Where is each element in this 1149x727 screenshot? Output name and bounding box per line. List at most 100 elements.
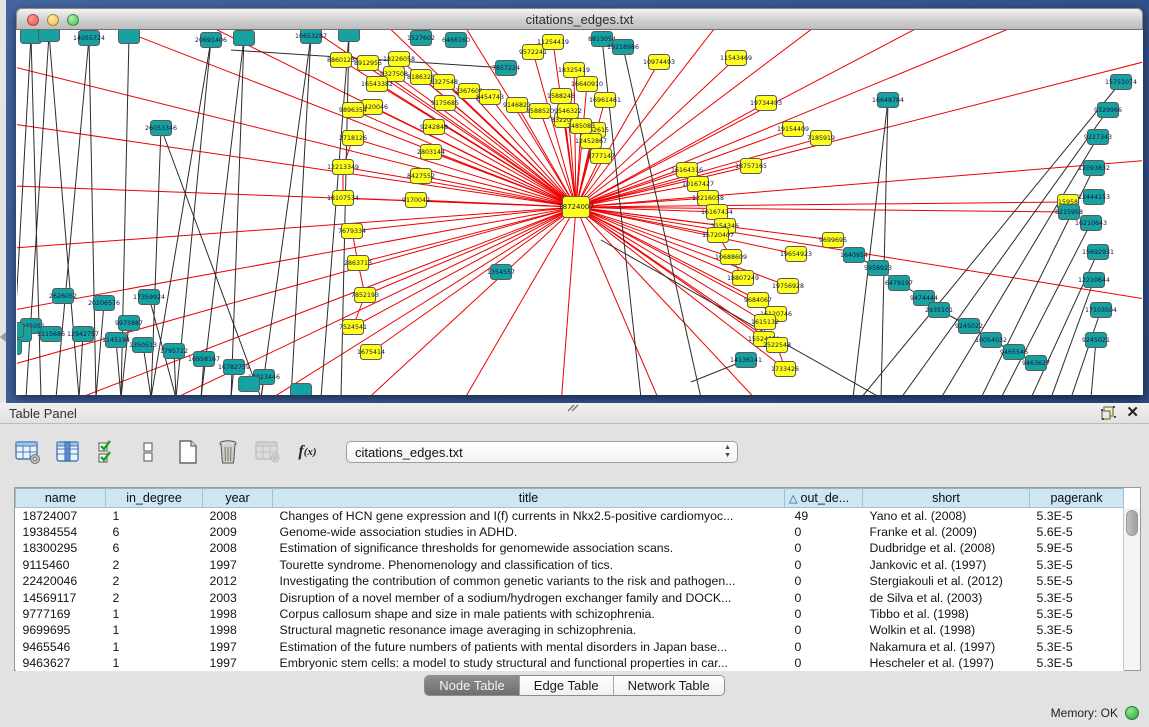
table-cell[interactable]: 5.6E-5	[1030, 524, 1124, 540]
table-cell[interactable]: 14569117	[16, 589, 106, 605]
table-row[interactable]: 977716911998Corpus callosum shape and si…	[16, 606, 1124, 622]
table-cell[interactable]: 1	[106, 639, 203, 655]
network-window-titlebar[interactable]: citations_edges.txt	[16, 8, 1143, 30]
table-cell[interactable]: 2	[106, 573, 203, 589]
network-edge[interactable]	[17, 185, 576, 207]
table-cell[interactable]: Stergiakouli et al. (2012)	[863, 573, 1030, 589]
show-columns-icon[interactable]	[54, 439, 81, 466]
table-cell[interactable]: Yano et al. (2008)	[863, 508, 1030, 524]
table-cell[interactable]: 9777169	[16, 606, 106, 622]
table-cell[interactable]: 1	[106, 606, 203, 622]
table-row[interactable]: 1456911722003Disruption of a novel membe…	[16, 589, 1124, 605]
network-edge[interactable]	[576, 202, 1068, 207]
network-edge[interactable]	[576, 60, 1142, 207]
scrollbar-thumb[interactable]	[1126, 510, 1138, 536]
tab-network-table[interactable]: Network Table	[614, 676, 724, 695]
table-cell[interactable]: 9699695	[16, 622, 106, 638]
table-row[interactable]: 1830029562008Estimation of significance …	[16, 540, 1124, 556]
column-header-short[interactable]: short	[863, 489, 1030, 508]
network-edge[interactable]	[291, 36, 311, 395]
float-panel-icon[interactable]	[1101, 406, 1116, 420]
table-cell[interactable]: 5.5E-5	[1030, 573, 1124, 589]
column-header-in_degree[interactable]: in_degree	[106, 489, 203, 508]
network-node[interactable]	[119, 30, 140, 44]
table-cell[interactable]: 18724007	[16, 508, 106, 524]
close-window-icon[interactable]	[27, 14, 39, 26]
column-header-year[interactable]: year	[203, 489, 273, 508]
table-cell[interactable]: 2	[106, 589, 203, 605]
table-cell[interactable]: 0	[785, 589, 863, 605]
table-cell[interactable]: 0	[785, 639, 863, 655]
network-edge[interactable]	[261, 207, 576, 395]
table-cell[interactable]: 0	[785, 573, 863, 589]
table-cell[interactable]: 1	[106, 622, 203, 638]
table-cell[interactable]: 5.3E-5	[1030, 606, 1124, 622]
network-node[interactable]	[234, 31, 255, 46]
network-window[interactable]: citations_edges.txt 18724007886012389129…	[16, 8, 1143, 395]
network-node[interactable]	[39, 30, 60, 42]
network-edge[interactable]	[96, 303, 104, 395]
network-edge[interactable]	[377, 84, 576, 207]
table-cell[interactable]: 2012	[203, 573, 273, 589]
row-height-icon[interactable]	[134, 439, 161, 466]
network-edge[interactable]	[31, 36, 41, 395]
create-column-icon[interactable]	[174, 439, 201, 466]
table-cell[interactable]: 1997	[203, 639, 273, 655]
table-cell[interactable]: de Silva et al. (2003)	[863, 589, 1030, 605]
table-cell[interactable]: Estimation of the future numbers of pati…	[273, 639, 785, 655]
table-cell[interactable]: 0	[785, 557, 863, 573]
network-edge[interactable]	[353, 110, 576, 207]
table-row[interactable]: 969969511998Structural magnetic resonanc…	[16, 622, 1124, 638]
network-node[interactable]	[239, 377, 260, 392]
network-edge[interactable]	[561, 207, 576, 395]
table-cell[interactable]: 2008	[203, 540, 273, 556]
network-edge[interactable]	[861, 82, 1121, 395]
table-cell[interactable]: Hescheler et al. (1997)	[863, 655, 1030, 671]
table-scrollbar[interactable]	[1123, 508, 1140, 670]
close-panel-icon[interactable]: ✕	[1126, 405, 1139, 421]
table-cell[interactable]: 5.3E-5	[1030, 655, 1124, 671]
table-cell[interactable]: 5.3E-5	[1030, 589, 1124, 605]
table-cell[interactable]: 5.3E-5	[1030, 622, 1124, 638]
table-cell[interactable]: 1997	[203, 557, 273, 573]
column-header-pagerank[interactable]: pagerank	[1030, 489, 1124, 508]
tab-edge-table[interactable]: Edge Table	[520, 676, 614, 695]
table-row[interactable]: 946362711997Embryonic stem cells: a mode…	[16, 655, 1124, 671]
memory-status-indicator[interactable]	[1125, 706, 1139, 720]
table-cell[interactable]: Corpus callosum shape and size in male p…	[273, 606, 785, 622]
table-cell[interactable]: 0	[785, 622, 863, 638]
table-cell[interactable]: Investigating the contribution of common…	[273, 573, 785, 589]
table-cell[interactable]: 49	[785, 508, 863, 524]
table-cell[interactable]: 9463627	[16, 655, 106, 671]
table-cell[interactable]: Wolkin et al. (1998)	[863, 622, 1030, 638]
table-cell[interactable]: 2008	[203, 508, 273, 524]
network-edge[interactable]	[353, 207, 576, 327]
table-row[interactable]: 911546021997Tourette syndrome. Phenomeno…	[16, 557, 1124, 573]
table-cell[interactable]: Dudbridge et al. (2008)	[863, 540, 1030, 556]
delete-column-icon[interactable]	[214, 439, 241, 466]
minimize-window-icon[interactable]	[47, 14, 59, 26]
divider-grip[interactable]	[566, 399, 580, 417]
table-cell[interactable]: 0	[785, 524, 863, 540]
table-cell[interactable]: 1998	[203, 622, 273, 638]
network-node[interactable]	[17, 323, 24, 338]
table-cell[interactable]: Changes of HCN gene expression and I(f) …	[273, 508, 785, 524]
table-cell[interactable]: Structural magnetic resonance image aver…	[273, 622, 785, 638]
network-edge[interactable]	[361, 207, 576, 395]
table-cell[interactable]: 6	[106, 540, 203, 556]
network-edge[interactable]	[576, 30, 1006, 207]
table-cell[interactable]: 5.3E-5	[1030, 639, 1124, 655]
table-cell[interactable]: Tibbo et al. (1998)	[863, 606, 1030, 622]
panel-collapse-arrow[interactable]	[0, 332, 6, 342]
table-cell[interactable]: 5.3E-5	[1030, 508, 1124, 524]
table-cell[interactable]: 9465546	[16, 639, 106, 655]
network-edge[interactable]	[79, 334, 83, 395]
table-cell[interactable]: 0	[785, 540, 863, 556]
table-cell[interactable]: 19384554	[16, 524, 106, 540]
network-edge[interactable]	[576, 207, 661, 395]
table-cell[interactable]: 1	[106, 508, 203, 524]
table-cell[interactable]: Disruption of a novel member of a sodium…	[273, 589, 785, 605]
network-edge[interactable]	[17, 120, 576, 207]
table-cell[interactable]: Embryonic stem cells: a model to study s…	[273, 655, 785, 671]
table-cell[interactable]: 18300295	[16, 540, 106, 556]
